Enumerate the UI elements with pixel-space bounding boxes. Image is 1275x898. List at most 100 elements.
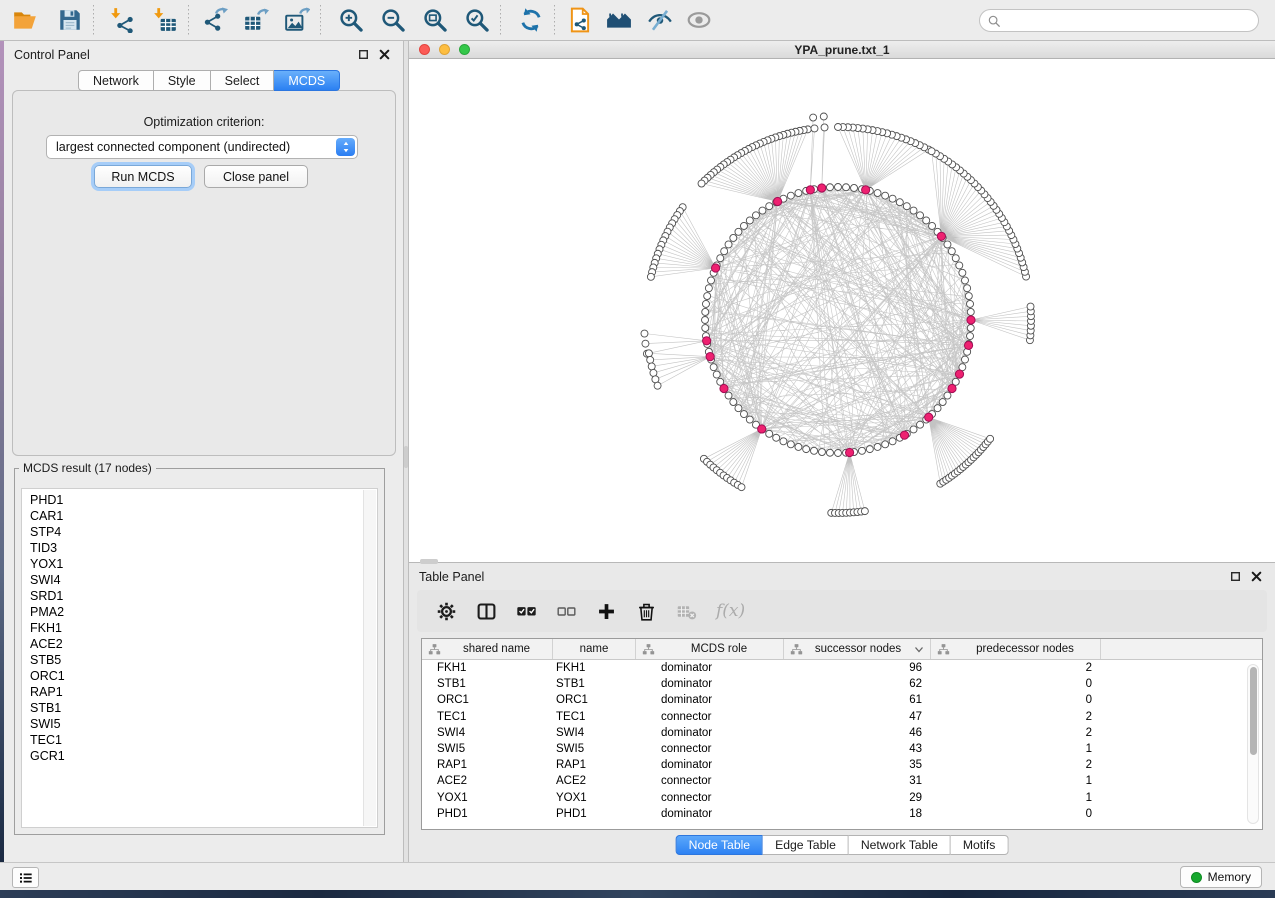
- table-cell[interactable]: 1: [931, 743, 1101, 755]
- table-cell[interactable]: ACE2: [422, 775, 553, 787]
- zoom-selected-icon[interactable]: [464, 7, 490, 33]
- zoom-fit-icon[interactable]: [422, 7, 448, 33]
- table-cell[interactable]: SWI5: [553, 743, 636, 755]
- mcds-list-item[interactable]: SWI5: [30, 716, 377, 732]
- first-neighbors-icon[interactable]: [606, 7, 632, 33]
- criterion-select[interactable]: largest connected component (undirected): [46, 135, 358, 159]
- table-cell[interactable]: 61: [784, 694, 931, 706]
- close-table-panel-icon[interactable]: [1250, 570, 1263, 583]
- table-row[interactable]: TEC1TEC1connector472: [422, 709, 1262, 725]
- table-options-gear-icon[interactable]: [436, 601, 457, 622]
- mcds-list-item[interactable]: STP4: [30, 524, 377, 540]
- mcds-list-item[interactable]: YOX1: [30, 556, 377, 572]
- import-network-icon[interactable]: [109, 7, 135, 33]
- table-cell[interactable]: SWI4: [553, 727, 636, 739]
- tab-network[interactable]: Network: [78, 70, 154, 91]
- network-window-titlebar[interactable]: YPA_prune.txt_1: [409, 41, 1275, 59]
- table-cell[interactable]: 2: [931, 662, 1101, 674]
- tab-style[interactable]: Style: [154, 70, 211, 91]
- column-header-shared-name[interactable]: shared name: [422, 639, 553, 659]
- table-cell[interactable]: FKH1: [422, 662, 553, 674]
- tab-edge-table[interactable]: Edge Table: [763, 835, 849, 855]
- table-row[interactable]: YOX1YOX1connector291: [422, 790, 1262, 806]
- mcds-list-item[interactable]: SRD1: [30, 588, 377, 604]
- close-panel-icon[interactable]: [378, 48, 391, 61]
- table-cell[interactable]: RAP1: [553, 759, 636, 771]
- table-row[interactable]: STB1STB1dominator620: [422, 676, 1262, 692]
- mcds-list-item[interactable]: CAR1: [30, 508, 377, 524]
- table-cell[interactable]: 43: [784, 743, 931, 755]
- table-cell[interactable]: 47: [784, 711, 931, 723]
- table-cell[interactable]: 18: [784, 808, 931, 820]
- table-cell[interactable]: dominator: [636, 808, 784, 820]
- tab-mcds[interactable]: MCDS: [274, 70, 340, 91]
- table-cell[interactable]: ACE2: [553, 775, 636, 787]
- float-table-panel-icon[interactable]: [1229, 570, 1242, 583]
- tab-motifs[interactable]: Motifs: [951, 835, 1009, 855]
- column-header-mcds-role[interactable]: MCDS role: [636, 639, 784, 659]
- table-cell[interactable]: ORC1: [422, 694, 553, 706]
- mcds-list-item[interactable]: RAP1: [30, 684, 377, 700]
- zoom-in-icon[interactable]: [338, 7, 364, 33]
- table-cell[interactable]: STB1: [422, 678, 553, 690]
- task-history-button[interactable]: [12, 867, 39, 888]
- show-all-icon[interactable]: [686, 7, 712, 33]
- table-body[interactable]: FKH1FKH1dominator962STB1STB1dominator620…: [422, 660, 1262, 822]
- save-session-icon[interactable]: [57, 7, 83, 33]
- table-cell[interactable]: dominator: [636, 759, 784, 771]
- mcds-list-item[interactable]: PMA2: [30, 604, 377, 620]
- table-cell[interactable]: TEC1: [422, 711, 553, 723]
- table-cell[interactable]: STB1: [553, 678, 636, 690]
- mcds-list-item[interactable]: SWI4: [30, 572, 377, 588]
- table-cell[interactable]: 2: [931, 727, 1101, 739]
- zoom-out-icon[interactable]: [380, 7, 406, 33]
- mcds-list-item[interactable]: ORC1: [30, 668, 377, 684]
- column-header-name[interactable]: name: [553, 639, 636, 659]
- table-cell[interactable]: 35: [784, 759, 931, 771]
- table-row[interactable]: RAP1RAP1dominator352: [422, 757, 1262, 773]
- table-cell[interactable]: dominator: [636, 678, 784, 690]
- table-row[interactable]: ACE2ACE2connector311: [422, 773, 1262, 789]
- import-table-icon[interactable]: [152, 7, 178, 33]
- mcds-list-item[interactable]: STB1: [30, 700, 377, 716]
- table-cell[interactable]: 1: [931, 792, 1101, 804]
- table-cell[interactable]: 29: [784, 792, 931, 804]
- memory-button[interactable]: Memory: [1180, 866, 1262, 888]
- table-cell[interactable]: 96: [784, 662, 931, 674]
- share-document-icon[interactable]: [567, 7, 593, 33]
- table-cell[interactable]: PHD1: [422, 808, 553, 820]
- delete-column-icon[interactable]: [636, 601, 657, 622]
- table-row[interactable]: PHD1PHD1dominator180: [422, 806, 1262, 822]
- mcds-list-scrollbar[interactable]: [363, 490, 376, 826]
- mcds-list-item[interactable]: PHD1: [30, 492, 377, 508]
- show-columns-icon[interactable]: [476, 601, 497, 622]
- table-cell[interactable]: RAP1: [422, 759, 553, 771]
- table-cell[interactable]: 31: [784, 775, 931, 787]
- table-row[interactable]: SWI4SWI4dominator462: [422, 725, 1262, 741]
- mcds-list-item[interactable]: TEC1: [30, 732, 377, 748]
- table-cell[interactable]: 62: [784, 678, 931, 690]
- select-all-columns-icon[interactable]: [516, 601, 537, 622]
- export-image-icon[interactable]: [284, 7, 310, 33]
- mcds-list-item[interactable]: STB5: [30, 652, 377, 668]
- table-scrollbar-thumb[interactable]: [1250, 667, 1257, 755]
- table-cell[interactable]: dominator: [636, 694, 784, 706]
- table-cell[interactable]: YOX1: [553, 792, 636, 804]
- table-row[interactable]: FKH1FKH1dominator962: [422, 660, 1262, 676]
- network-graph[interactable]: [409, 59, 1275, 562]
- table-cell[interactable]: connector: [636, 711, 784, 723]
- table-cell[interactable]: 1: [931, 775, 1101, 787]
- mcds-list-item[interactable]: FKH1: [30, 620, 377, 636]
- horizontal-splitter-handle[interactable]: [420, 559, 438, 564]
- tab-select[interactable]: Select: [211, 70, 275, 91]
- search-input[interactable]: [1001, 11, 1258, 30]
- table-cell[interactable]: dominator: [636, 727, 784, 739]
- run-mcds-button[interactable]: Run MCDS: [94, 165, 192, 188]
- open-session-icon[interactable]: [12, 7, 38, 33]
- tab-node-table[interactable]: Node Table: [676, 835, 763, 855]
- table-row[interactable]: ORC1ORC1dominator610: [422, 692, 1262, 708]
- close-panel-button[interactable]: Close panel: [204, 165, 308, 188]
- table-cell[interactable]: FKH1: [553, 662, 636, 674]
- table-cell[interactable]: connector: [636, 743, 784, 755]
- column-header-predecessor-nodes[interactable]: predecessor nodes: [931, 639, 1101, 659]
